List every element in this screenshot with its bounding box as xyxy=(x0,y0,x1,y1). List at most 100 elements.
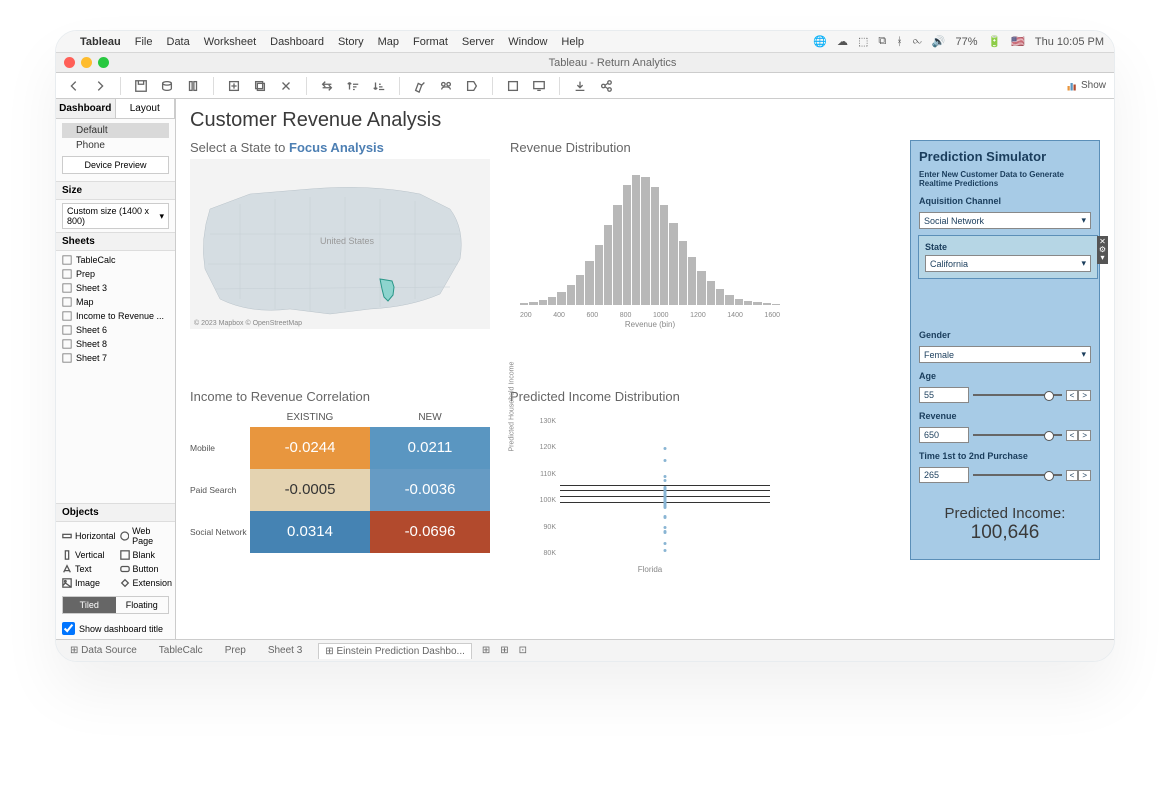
mac-menu-dashboard[interactable]: Dashboard xyxy=(270,36,324,48)
gender-select[interactable]: Female▾ xyxy=(919,346,1091,363)
mac-menu-worksheet[interactable]: Worksheet xyxy=(204,36,256,48)
state-select[interactable]: California▾ xyxy=(925,255,1091,272)
leftpanel-tab-layout[interactable]: Layout xyxy=(116,99,176,118)
age-slider[interactable] xyxy=(973,394,1062,396)
time-input[interactable]: 265 xyxy=(919,467,969,483)
mac-menu-help[interactable]: Help xyxy=(561,36,584,48)
new-dashboard-icon[interactable]: ⊞ xyxy=(500,645,508,656)
revenue-input[interactable]: 650 xyxy=(919,427,969,443)
wifi-icon[interactable]: ⧜ xyxy=(913,35,922,48)
sheet-item[interactable]: Sheet 7 xyxy=(56,351,175,365)
new-data-icon[interactable] xyxy=(157,76,177,96)
mac-menu-window[interactable]: Window xyxy=(508,36,547,48)
sheet-item[interactable]: TableCalc xyxy=(56,253,175,267)
show-title-checkbox[interactable]: Show dashboard title xyxy=(56,618,175,639)
save-icon[interactable] xyxy=(131,76,151,96)
object-blank[interactable]: Blank xyxy=(120,550,173,560)
rev-inc[interactable]: > xyxy=(1078,430,1091,441)
bluetooth-icon[interactable]: ᚼ xyxy=(896,36,903,48)
nav-back-icon[interactable] xyxy=(64,76,84,96)
cloud-icon[interactable]: ☁ xyxy=(837,35,848,48)
age-input[interactable]: 55 xyxy=(919,387,969,403)
toolbar-show-me[interactable]: Show xyxy=(1066,80,1106,92)
sheet-item[interactable]: Sheet 3 xyxy=(56,281,175,295)
device-preview-button[interactable]: Device Preview xyxy=(62,156,169,174)
us-map[interactable]: United States © 2023 Mapbox © OpenStreet… xyxy=(190,159,490,329)
label-icon[interactable] xyxy=(462,76,482,96)
sheet-item[interactable]: Sheet 8 xyxy=(56,337,175,351)
group-icon[interactable] xyxy=(436,76,456,96)
sheet-item[interactable]: Map xyxy=(56,295,175,309)
mac-menu-format[interactable]: Format xyxy=(413,36,448,48)
device-default[interactable]: Default xyxy=(62,123,169,138)
age-dec[interactable]: < xyxy=(1066,390,1079,401)
close-icon[interactable]: ✕⚙▾ xyxy=(1097,236,1108,264)
object-button[interactable]: Button xyxy=(120,564,173,574)
device-phone[interactable]: Phone xyxy=(62,138,169,153)
footer-tab[interactable]: Prep xyxy=(219,643,252,658)
dashboard-canvas: Customer Revenue Analysis Select a State… xyxy=(176,99,1114,639)
swap-icon[interactable] xyxy=(317,76,337,96)
size-select[interactable]: Custom size (1400 x 800) ▾ xyxy=(62,203,169,229)
tiled-floating-toggle[interactable]: Tiled Floating xyxy=(62,596,169,614)
tiled-button[interactable]: Tiled xyxy=(63,597,116,613)
show-title-input[interactable] xyxy=(62,622,75,635)
mac-menu-server[interactable]: Server xyxy=(462,36,494,48)
mac-menu-map[interactable]: Map xyxy=(378,36,399,48)
correlation-table[interactable]: EXISTING NEW Mobile -0.0244 0.0211 Paid … xyxy=(190,408,490,553)
object-webpage[interactable]: Web Page xyxy=(120,526,173,546)
footer-tab[interactable]: TableCalc xyxy=(153,643,209,658)
mac-menu-file[interactable]: File xyxy=(135,36,153,48)
florida-highlight xyxy=(378,277,398,303)
window-zoom-button[interactable] xyxy=(98,57,109,68)
time-slider[interactable] xyxy=(973,474,1062,476)
screen-icon[interactable]: ⧉ xyxy=(878,35,886,48)
battery-icon[interactable]: 🔋 xyxy=(988,35,1002,48)
sort-desc-icon[interactable] xyxy=(369,76,389,96)
footer-tab-active[interactable]: ⊞ Einstein Prediction Dashbo... xyxy=(318,643,472,659)
sheet-item[interactable]: Sheet 6 xyxy=(56,323,175,337)
clear-icon[interactable] xyxy=(276,76,296,96)
highlight-icon[interactable] xyxy=(410,76,430,96)
leftpanel-tab-dashboard[interactable]: Dashboard xyxy=(56,99,116,118)
new-sheet-icon[interactable] xyxy=(224,76,244,96)
window-minimize-button[interactable] xyxy=(81,57,92,68)
revenue-histogram[interactable]: 200400 600800 10001200 14001600 Revenue … xyxy=(510,159,790,329)
flag-icon[interactable]: 🇺🇸 xyxy=(1011,35,1025,48)
object-vertical[interactable]: Vertical xyxy=(62,550,116,560)
data-source-tab[interactable]: ⊞ Data Source xyxy=(64,643,143,658)
floating-button[interactable]: Floating xyxy=(116,597,169,613)
sort-asc-icon[interactable] xyxy=(343,76,363,96)
object-horizontal[interactable]: Horizontal xyxy=(62,526,116,546)
object-image[interactable]: Image xyxy=(62,578,116,588)
fit-icon[interactable] xyxy=(503,76,523,96)
window-close-button[interactable] xyxy=(64,57,75,68)
time-dec[interactable]: < xyxy=(1066,470,1079,481)
duplicate-icon[interactable] xyxy=(250,76,270,96)
share-icon[interactable] xyxy=(596,76,616,96)
mac-menu-story[interactable]: Story xyxy=(338,36,364,48)
mac-menu-data[interactable]: Data xyxy=(167,36,190,48)
time-inc[interactable]: > xyxy=(1078,470,1091,481)
new-sheet-icon[interactable]: ⊞ xyxy=(482,645,490,656)
app-icon[interactable]: ⬚ xyxy=(858,35,868,48)
sheet-item[interactable]: Income to Revenue ... xyxy=(56,309,175,323)
download-icon[interactable] xyxy=(570,76,590,96)
pause-icon[interactable] xyxy=(183,76,203,96)
present-icon[interactable] xyxy=(529,76,549,96)
mac-menu-app[interactable]: Tableau xyxy=(80,36,121,48)
nav-fwd-icon[interactable] xyxy=(90,76,110,96)
sheet-item[interactable]: Prep xyxy=(56,267,175,281)
object-text[interactable]: Text xyxy=(62,564,116,574)
rev-dec[interactable]: < xyxy=(1066,430,1079,441)
state-filter-popup: ✕⚙▾ State California▾ xyxy=(918,235,1098,279)
new-story-icon[interactable]: ⊡ xyxy=(519,645,527,656)
volume-icon[interactable]: 🔊 xyxy=(932,35,946,48)
footer-tab[interactable]: Sheet 3 xyxy=(262,643,308,658)
object-extension[interactable]: Extension xyxy=(120,578,173,588)
aq-channel-select[interactable]: Social Network▾ xyxy=(919,212,1091,229)
predicted-income-plot[interactable]: Predicted Household Income 130K120K 110K… xyxy=(510,408,790,578)
revenue-slider[interactable] xyxy=(973,434,1062,436)
globe-icon[interactable]: 🌐 xyxy=(813,35,827,48)
age-inc[interactable]: > xyxy=(1078,390,1091,401)
